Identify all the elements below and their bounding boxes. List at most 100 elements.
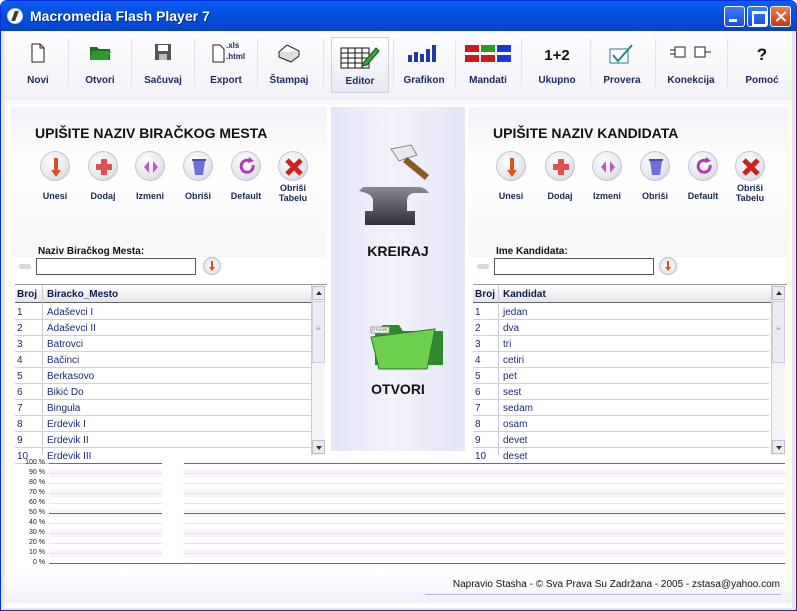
toolbar-open-button[interactable]: Otvori	[73, 37, 127, 93]
table-row[interactable]: 9 devet	[473, 432, 769, 448]
toolbar-check-button[interactable]: Provera	[595, 37, 649, 93]
trash-icon	[649, 159, 663, 175]
edit-button[interactable]: Izmeni	[130, 151, 170, 201]
enter-button[interactable]: Unesi	[491, 151, 531, 201]
toolbar-mandates-button[interactable]: Mandati	[459, 37, 517, 93]
table-row[interactable]: 4 Bačinci	[15, 352, 311, 368]
edit-arrows-icon	[601, 161, 615, 173]
row-number: 1	[17, 307, 23, 318]
table-row[interactable]: 8 Erdevik I	[15, 416, 311, 432]
save-disk-icon	[155, 44, 171, 60]
candidates-scrollbar[interactable]	[771, 285, 785, 455]
row-name: Batrovci	[47, 339, 84, 350]
table-row[interactable]: 9 Erdevik II	[15, 432, 311, 448]
scroll-thumb[interactable]	[312, 301, 325, 363]
gridline	[49, 513, 785, 514]
table-row[interactable]: 2 dva	[473, 320, 769, 336]
delete-button[interactable]: Obriši	[178, 151, 218, 201]
open-button[interactable]: OTVORI OTVORI	[351, 297, 445, 407]
row-name: osam	[503, 419, 528, 430]
clear-table-button[interactable]: Obriši Tabelu	[273, 151, 313, 203]
station-enter-button[interactable]	[203, 257, 221, 275]
clear-table-button[interactable]: Obriši Tabelu	[730, 151, 770, 203]
edit-button[interactable]: Izmeni	[587, 151, 627, 201]
table-row[interactable]: 3 tri	[473, 336, 769, 352]
table-row[interactable]: 5 pet	[473, 368, 769, 384]
table-row[interactable]: 6 sest	[473, 384, 769, 400]
toolbar-separator	[257, 39, 259, 87]
results-chart: 100 % 90 % 80 % 70 % 60 % 50 % 40 % 30 % 20 % 10 …	[19, 455, 785, 569]
table-row[interactable]: 5 Berkasovo	[15, 368, 311, 384]
toolbar-separator	[521, 39, 523, 87]
create-button[interactable]: KREIRAJ	[351, 143, 445, 263]
toolbar-new-button[interactable]: Novi	[11, 37, 65, 93]
polling-station-panel: UPIŠITE NAZIV BIRAČKOG MESTA Unesi Dodaj…	[11, 107, 327, 464]
table-row[interactable]: 7 sedam	[473, 400, 769, 416]
red-x-icon	[742, 158, 760, 176]
edit-arrows-icon	[144, 161, 158, 173]
trash-icon	[192, 159, 206, 175]
panel-handle[interactable]	[19, 264, 31, 269]
bar-chart-icon	[408, 45, 436, 62]
table-editor-icon	[340, 47, 380, 69]
scroll-up-button[interactable]	[772, 286, 785, 300]
row-name: Bačinci	[47, 355, 80, 366]
gridline	[49, 523, 785, 524]
panel-title: UPIŠITE NAZIV BIRAČKOG MESTA	[35, 125, 268, 141]
stations-scrollbar[interactable]	[311, 285, 325, 455]
toolbar-help-button[interactable]: ? Pomoć	[735, 37, 789, 93]
candidate-name-input[interactable]	[494, 258, 654, 275]
chart-gap	[162, 459, 184, 563]
delete-button[interactable]: Obriši	[635, 151, 675, 201]
scroll-up-button[interactable]	[312, 286, 325, 300]
scroll-down-button[interactable]	[772, 440, 785, 454]
maximize-button[interactable]	[747, 6, 768, 27]
panel-handle[interactable]	[477, 264, 489, 269]
row-number: 6	[17, 387, 23, 398]
y-tick-label: 60 %	[29, 499, 45, 506]
table-row[interactable]: 3 Batrovci	[15, 336, 311, 352]
row-number: 3	[17, 339, 23, 350]
panel-title: UPIŠITE NAZIV KANDIDATA	[493, 125, 679, 141]
scroll-thumb[interactable]	[772, 301, 785, 363]
table-row[interactable]: 8 osam	[473, 416, 769, 432]
toolbar-editor-button[interactable]: Editor	[331, 37, 389, 93]
toolbar-export-button[interactable]: .xls .html Export	[199, 37, 253, 93]
row-number: 4	[17, 355, 23, 366]
default-button[interactable]: Default	[226, 151, 266, 201]
row-number: 8	[475, 419, 481, 430]
table-row[interactable]: 7 Bingula	[15, 400, 311, 416]
candidate-name-label: Ime Kandidata:	[496, 246, 568, 257]
default-button[interactable]: Default	[683, 151, 723, 201]
arrow-down-icon	[209, 261, 215, 271]
y-tick-label: 90 %	[29, 469, 45, 476]
scroll-down-button[interactable]	[312, 440, 325, 454]
table-row[interactable]: 4 cetiri	[473, 352, 769, 368]
close-button[interactable]	[770, 6, 791, 27]
row-name: Bingula	[47, 403, 81, 414]
toolbar-print-button[interactable]: Štampaj	[262, 37, 316, 93]
station-name-input[interactable]	[36, 258, 196, 275]
row-name: Erdevik II	[47, 435, 89, 446]
table-row[interactable]: 6 Bikić Do	[15, 384, 311, 400]
toolbar-separator	[455, 39, 457, 87]
candidate-panel: UPIŠITE NAZIV KANDIDATA Unesi Dodaj Izme…	[469, 107, 787, 464]
minimize-button[interactable]	[724, 6, 745, 27]
toolbar-save-button[interactable]: Sačuvaj	[136, 37, 190, 93]
table-row[interactable]: 1 Adaševci I	[15, 304, 311, 320]
row-name: Adaševci II	[47, 323, 96, 334]
add-button[interactable]: Dodaj	[83, 151, 123, 201]
table-row[interactable]: 2 Adaševci II	[15, 320, 311, 336]
open-folder-icon	[90, 47, 111, 60]
toolbar-total-button[interactable]: 1+2 Ukupno	[527, 37, 587, 93]
toolbar-connection-button[interactable]: Konekcija	[660, 37, 722, 93]
plus-icon	[96, 159, 112, 175]
title-bar[interactable]: Macromedia Flash Player 7	[1, 1, 796, 31]
row-number: 9	[17, 435, 23, 446]
toolbar-chart-button[interactable]: Grafikon	[397, 37, 451, 93]
add-button[interactable]: Dodaj	[540, 151, 580, 201]
gridline	[49, 483, 785, 484]
enter-button[interactable]: Unesi	[35, 151, 75, 201]
table-row[interactable]: 1 jedan	[473, 304, 769, 320]
candidate-enter-button[interactable]	[659, 257, 677, 275]
